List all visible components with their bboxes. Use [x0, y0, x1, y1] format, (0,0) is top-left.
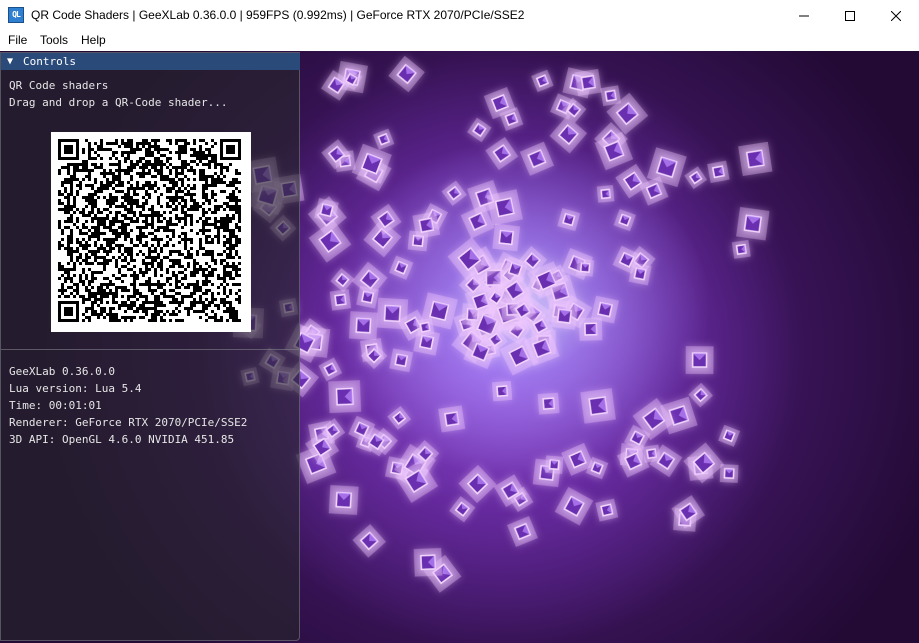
cube [492, 223, 521, 252]
cube [707, 160, 730, 184]
cube [718, 424, 741, 447]
cube [595, 498, 619, 522]
minimize-button[interactable] [781, 0, 827, 31]
cube [683, 442, 725, 484]
cube [557, 208, 581, 232]
cube [387, 405, 412, 430]
cube [544, 455, 564, 474]
cube [613, 208, 636, 232]
maximize-icon [845, 10, 855, 21]
shader-title: QR Code shaders [9, 79, 109, 92]
cube [736, 206, 770, 241]
controls-header[interactable]: ▼ Controls [1, 53, 300, 70]
cube [330, 267, 355, 293]
cube [537, 392, 560, 415]
cube [412, 211, 441, 240]
menu-file[interactable]: File [8, 33, 27, 47]
panel-divider [1, 349, 299, 350]
cube [688, 382, 714, 408]
cube [554, 486, 594, 526]
cube [507, 516, 538, 547]
cube [318, 357, 343, 382]
cube [389, 255, 414, 280]
cube [596, 185, 615, 203]
app-icon: QL [8, 7, 24, 23]
cube [591, 295, 619, 324]
cube [329, 289, 352, 311]
qr-code-image[interactable] [51, 132, 251, 332]
close-icon [891, 10, 901, 21]
cube [348, 311, 378, 341]
cube [388, 55, 425, 93]
cube [438, 405, 466, 433]
title-bar[interactable]: QL QR Code Shaders | GeeXLab 0.36.0.0 | … [0, 0, 919, 31]
cube [531, 69, 554, 93]
minimize-icon [799, 15, 809, 16]
cube [458, 464, 497, 504]
info-3d-api: 3D API: OpenGL 4.6.0 NVIDIA 451.85 [9, 433, 235, 446]
cube [415, 317, 435, 337]
cube [574, 68, 602, 97]
cube [738, 141, 773, 177]
cube [373, 128, 395, 150]
cube [352, 524, 387, 558]
cube [449, 496, 476, 523]
drag-drop-hint: Drag and drop a QR-Code shader... [9, 96, 228, 109]
menu-bar: File Tools Help [0, 31, 919, 51]
collapse-arrow-icon[interactable]: ▼ [7, 53, 13, 70]
cube [467, 117, 492, 143]
cube [731, 239, 751, 259]
app-window: QL QR Code Shaders | GeeXLab 0.36.0.0 | … [0, 0, 919, 643]
cube [519, 141, 555, 176]
close-button[interactable] [873, 0, 919, 31]
cube [389, 348, 414, 373]
cube [600, 85, 622, 107]
cube [328, 380, 362, 414]
qr-code-icon [58, 139, 241, 322]
cube [413, 547, 443, 577]
cube [328, 485, 359, 515]
info-version: GeeXLab 0.36.0.0 [9, 365, 115, 378]
cube [684, 166, 708, 190]
info-renderer: Renderer: GeForce RTX 2070/PCIe/SSE2 [9, 416, 248, 429]
cube [308, 219, 352, 263]
cube [486, 189, 523, 226]
cube [576, 258, 595, 277]
cube [441, 180, 467, 206]
controls-title: Controls [23, 55, 76, 68]
cube [356, 285, 380, 309]
cube [550, 302, 578, 330]
cube [491, 380, 513, 402]
info-lua-version: Lua version: Lua 5.4 [9, 382, 142, 395]
window-title: QR Code Shaders | GeeXLab 0.36.0.0 | 959… [31, 8, 525, 22]
cube [685, 346, 714, 375]
menu-tools[interactable]: Tools [40, 33, 68, 47]
cube [719, 464, 739, 483]
cube [580, 388, 616, 424]
controls-panel: ▼ Controls QR Code shaders Drag and drop… [0, 52, 300, 641]
cube [485, 136, 519, 171]
info-time: Time: 00:01:01 [9, 399, 102, 412]
cube [549, 115, 588, 154]
maximize-button[interactable] [827, 0, 873, 31]
menu-help[interactable]: Help [81, 33, 106, 47]
